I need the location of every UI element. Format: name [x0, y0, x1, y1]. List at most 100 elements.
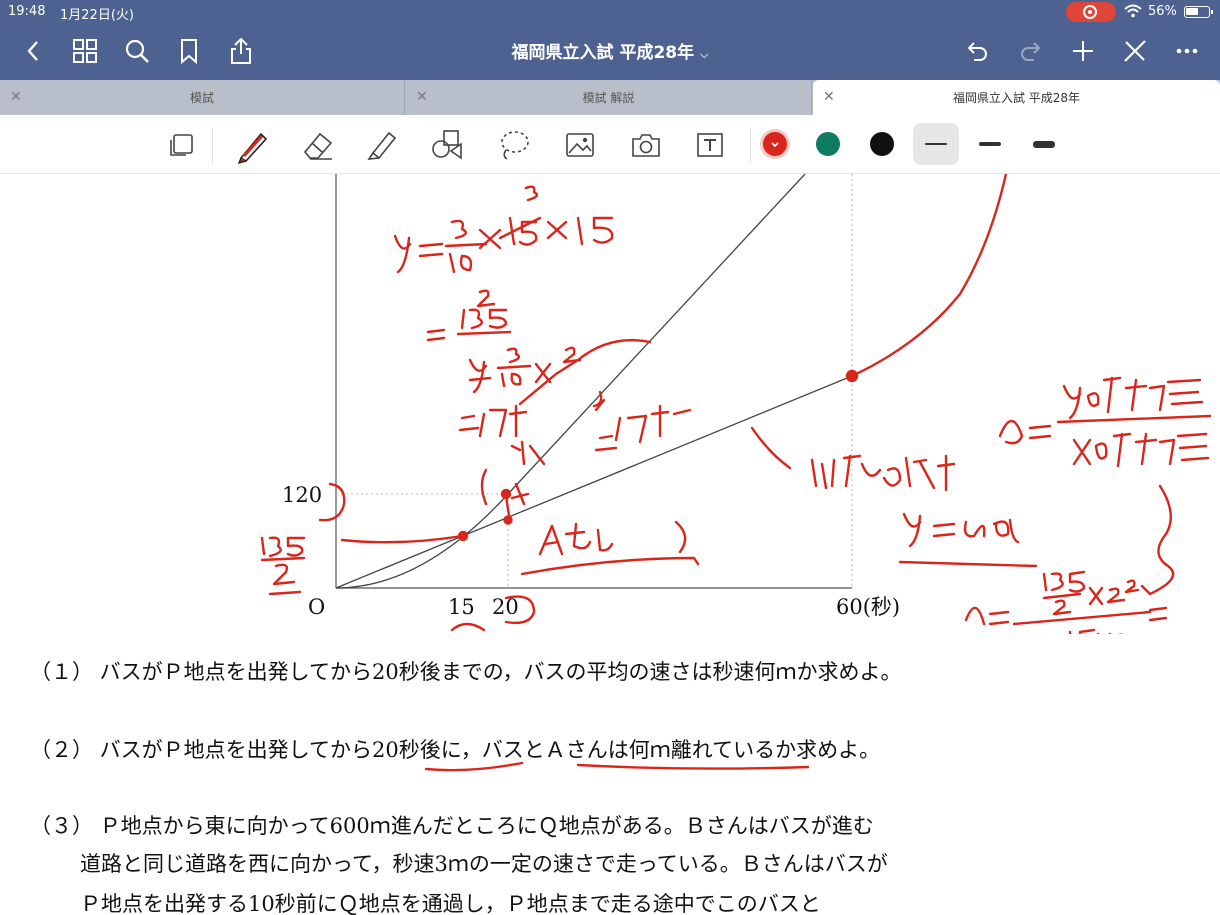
hw-a-san	[538, 522, 614, 556]
tab-moshi[interactable]: ✕ 模試	[0, 80, 405, 115]
eraser-icon	[303, 132, 333, 160]
hw-underline-left	[268, 590, 302, 596]
hw-a-equals	[998, 419, 1052, 445]
toolbar-divider	[750, 127, 751, 163]
stroke-medium-icon	[979, 142, 1001, 146]
stroke-thin-option[interactable]	[913, 123, 959, 165]
record-icon	[1083, 5, 1097, 19]
hw-hirei-no-shiki	[810, 454, 956, 492]
hw-y-no-zoukaryou	[1062, 376, 1204, 420]
hw-underline-20sec	[424, 761, 524, 772]
add-page-button[interactable]	[1066, 34, 1100, 68]
hw-fraction-bar-a	[1056, 414, 1212, 424]
hw-underline-bus-a	[576, 763, 810, 770]
hw-3	[450, 219, 468, 240]
hw-paren	[480, 468, 488, 506]
page-settings-tool[interactable]	[162, 125, 202, 165]
text-box-icon	[697, 133, 723, 157]
hw-fraction-bar	[444, 242, 488, 248]
stroke-thin-icon	[925, 143, 947, 145]
hw-15b	[576, 216, 614, 246]
a-san-line	[335, 375, 853, 589]
image-tool[interactable]	[560, 125, 600, 165]
highlighter-icon	[367, 131, 397, 160]
battery-percentage: 56%	[1148, 4, 1177, 19]
camera-icon	[632, 134, 660, 157]
hw-135-b	[1042, 570, 1086, 593]
hw-y	[393, 234, 412, 274]
hw-equals-3	[468, 376, 492, 382]
pen-icon: ᛒ	[233, 128, 268, 164]
hw-nijikansu	[458, 404, 528, 438]
x-tick-60: 60(秒)	[836, 595, 900, 619]
page-icon	[170, 134, 193, 156]
document-title-text: 福岡県立入試 平成28年	[511, 43, 695, 63]
hw-y-equals-ax	[902, 512, 1020, 548]
pen-mode-button[interactable]	[1118, 34, 1152, 68]
question-3-line-3: Ｐ地点を出発する10秒前にＱ地点を通過し，Ｐ地点まで走る途中でこのバスと	[80, 892, 821, 915]
hw-fraction-bar-left	[260, 556, 306, 562]
hw-fraction-bar-4	[1012, 610, 1152, 626]
bus-distance-graph: 120 O 15 20 60(秒)	[260, 174, 1212, 634]
more-button[interactable]	[1170, 34, 1204, 68]
hw-parabola-trace	[518, 338, 652, 406]
eraser-tool[interactable]	[298, 125, 338, 165]
x-tick-15: 15	[448, 595, 475, 619]
color-swatch-black[interactable]	[870, 132, 894, 156]
question-2-underlines	[424, 761, 810, 772]
hw-x-no-zoukaryou	[1072, 432, 1210, 468]
shapes-tool[interactable]	[428, 125, 468, 165]
redo-button[interactable]	[1014, 34, 1048, 68]
hw-3-superscript	[524, 185, 539, 202]
hw-135-left	[260, 536, 306, 558]
pencil-cross-icon	[1124, 40, 1146, 62]
y-tick-120: 120	[282, 483, 322, 507]
hw-equals	[418, 242, 444, 258]
battery-icon	[1184, 6, 1213, 18]
document-page[interactable]: 120 O 15 20 60(秒) （１） バスがＰ地点を出発してから20秒後ま…	[0, 174, 1220, 915]
image-icon	[566, 133, 594, 157]
hw-under-15	[450, 622, 486, 632]
status-date: 1月22日(火)	[60, 8, 134, 23]
hw-underline-yax	[898, 560, 1038, 568]
hw-2-left	[272, 563, 296, 586]
pen-tool[interactable]: ᛒ	[232, 125, 272, 165]
hw-sa	[504, 482, 530, 524]
close-icon[interactable]: ✕	[10, 89, 22, 105]
bus-line	[507, 174, 806, 495]
color-swatch-green[interactable]	[816, 132, 840, 156]
lasso-tool[interactable]	[494, 125, 534, 165]
status-time: 19:48	[8, 4, 46, 19]
handwritten-annotations	[260, 174, 1212, 634]
undo-button[interactable]	[960, 34, 994, 68]
close-icon[interactable]: ✕	[416, 89, 428, 105]
hw-y-2	[468, 358, 488, 394]
stroke-medium-option[interactable]	[967, 123, 1013, 165]
tab-label: 模試	[189, 91, 214, 105]
camera-tool[interactable]	[626, 125, 666, 165]
hw-equals-2	[426, 328, 446, 342]
svg-text:ᛒ: ᛒ	[233, 128, 234, 139]
close-icon[interactable]: ✕	[823, 89, 835, 105]
wifi-icon	[1124, 4, 1142, 18]
hw-right-curve	[850, 174, 1008, 378]
question-1: （１） バスがＰ地点を出発してから20秒後までの，バスの平均の速さは秒速何ｍか求…	[30, 660, 902, 684]
battery-fill	[1186, 8, 1198, 15]
highlighter-tool[interactable]	[362, 125, 402, 165]
color-swatch-red[interactable]	[763, 132, 787, 156]
hw-135	[460, 308, 508, 330]
hw-equals-end	[1148, 606, 1168, 622]
hw-paren-close	[674, 520, 687, 554]
hw-2x2squared	[1042, 579, 1140, 616]
hw-10b	[500, 372, 522, 388]
hw-fraction-bar-3	[496, 364, 532, 370]
tab-moshi-kaisetsu[interactable]: ✕ 模試 解説	[406, 80, 812, 115]
text-box-tool[interactable]	[690, 125, 730, 165]
hw-line-135	[340, 534, 464, 544]
tab-label: 模試 解説	[582, 91, 635, 105]
screen-recording-indicator[interactable]	[1066, 2, 1116, 22]
stroke-thick-option[interactable]	[1021, 123, 1067, 165]
chevron-down-icon	[771, 142, 779, 148]
stroke-thick-icon	[1033, 140, 1055, 148]
tab-fukuoka-exam[interactable]: ✕ 福岡県立入試 平成28年	[813, 80, 1220, 115]
